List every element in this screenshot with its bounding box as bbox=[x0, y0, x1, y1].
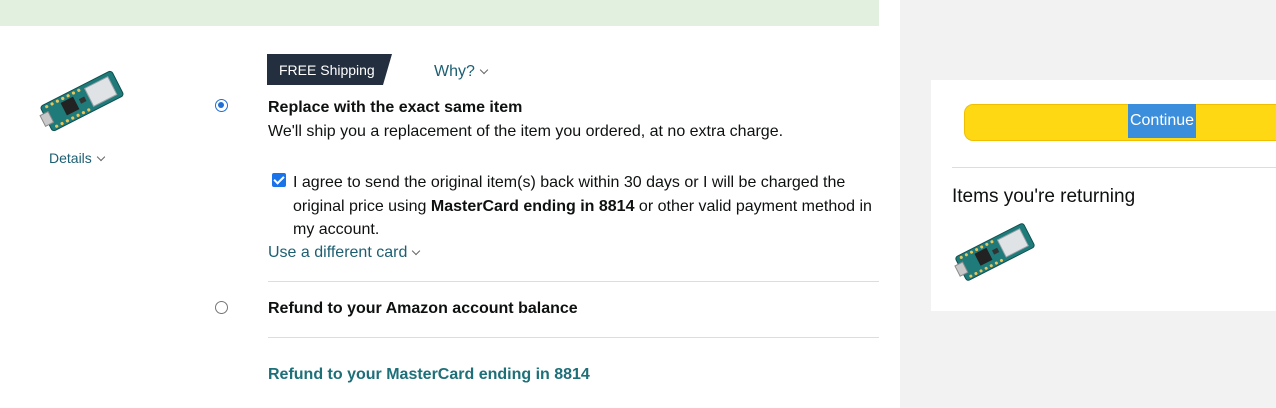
product-thumbnail[interactable] bbox=[37, 68, 127, 139]
top-banner bbox=[0, 0, 879, 26]
continue-label[interactable]: Continue bbox=[1128, 104, 1196, 138]
chevron-down-icon bbox=[96, 152, 106, 162]
chevron-down-icon bbox=[479, 65, 489, 75]
returning-item-thumbnail bbox=[952, 220, 1038, 289]
details-label: Details bbox=[49, 150, 92, 166]
refund-balance-radio[interactable] bbox=[215, 301, 228, 314]
why-link[interactable]: Why? bbox=[434, 63, 489, 81]
continue-button[interactable] bbox=[964, 104, 1276, 141]
free-shipping-label: FREE Shipping bbox=[279, 62, 375, 78]
summary-divider bbox=[952, 167, 1276, 168]
replace-title: Replace with the exact same item bbox=[268, 99, 523, 116]
free-shipping-badge: FREE Shipping bbox=[267, 54, 392, 85]
items-returning-title: Items you're returning bbox=[952, 186, 1136, 207]
replace-radio[interactable] bbox=[215, 99, 228, 112]
divider bbox=[268, 281, 879, 282]
why-label: Why? bbox=[434, 63, 475, 80]
refund-mastercard-link[interactable]: Refund to your MasterCard ending in 8814 bbox=[268, 366, 590, 384]
refund-balance-title: Refund to your Amazon account balance bbox=[268, 300, 578, 317]
use-different-card-label: Use a different card bbox=[268, 244, 408, 261]
chevron-down-icon bbox=[412, 246, 421, 256]
agree-checkbox[interactable] bbox=[272, 173, 286, 187]
divider bbox=[268, 337, 879, 338]
agreement-text: I agree to send the original item(s) bac… bbox=[293, 171, 873, 242]
replace-description: We'll ship you a replacement of the item… bbox=[268, 123, 784, 140]
details-link[interactable]: Details bbox=[49, 150, 106, 166]
agreement-card: MasterCard ending in 8814 bbox=[430, 197, 635, 215]
use-different-card-link[interactable]: Use a different card bbox=[268, 244, 421, 262]
